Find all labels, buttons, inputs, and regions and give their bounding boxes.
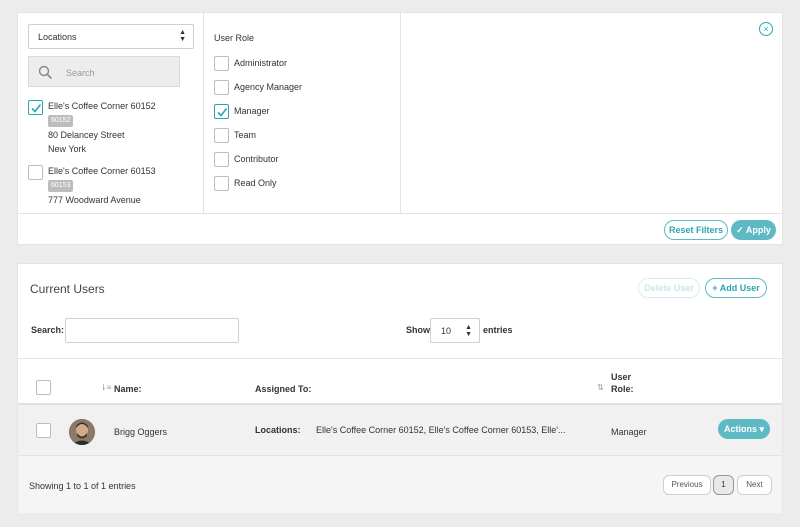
role-option-administrator[interactable]: Administrator — [214, 56, 394, 71]
select-all-checkbox[interactable] — [36, 380, 51, 395]
avatar — [69, 419, 95, 445]
location-name: Elle's Coffee Corner 60153 — [48, 166, 156, 176]
page-title: Current Users — [30, 282, 105, 296]
filter-footer: Reset Filters ✓ Apply — [18, 213, 782, 245]
location-checkbox[interactable] — [28, 100, 43, 115]
role-label: Read Only — [234, 178, 277, 188]
next-page-button[interactable]: Next — [737, 475, 772, 495]
user-role: Manager — [611, 427, 647, 437]
role-option-read-only[interactable]: Read Only — [214, 176, 394, 191]
showing-entries-text: Showing 1 to 1 of 1 entries — [29, 481, 136, 491]
assigned-label: Locations: — [255, 425, 301, 435]
assigned-value: Elle's Coffee Corner 60152, Elle's Coffe… — [316, 425, 566, 435]
entries-value: 10 — [441, 326, 452, 336]
role-option-contributor[interactable]: Contributor — [214, 152, 394, 167]
select-arrows-icon: ▲ ▼ — [179, 29, 186, 43]
location-search-input[interactable]: Search — [28, 56, 180, 87]
page-1-button[interactable]: 1 — [713, 475, 734, 495]
entries-label: entries — [483, 325, 513, 335]
entries-select[interactable]: 10 ▲ ▼ — [430, 318, 480, 343]
role-checkbox[interactable] — [214, 152, 229, 167]
column-user-role[interactable]: User — [611, 372, 631, 382]
table-footer: Showing 1 to 1 of 1 entries Previous 1 N… — [18, 456, 782, 513]
users-search-input[interactable] — [65, 318, 239, 343]
checkmark-icon — [217, 108, 228, 117]
apply-button[interactable]: ✓ Apply — [731, 220, 776, 240]
location-code-badge: 60153 — [48, 180, 74, 192]
search-label: Search: — [31, 325, 65, 335]
role-option-team[interactable]: Team — [214, 128, 394, 143]
role-checkbox[interactable] — [214, 56, 229, 71]
user-name: Brigg Oggers — [114, 427, 168, 437]
location-item[interactable]: Elle's Coffee Corner 60152 60152 80 Dela… — [28, 100, 198, 160]
role-option-agency-manager[interactable]: Agency Manager — [214, 80, 394, 95]
location-street: 80 Delancey Street — [48, 130, 125, 140]
column-assigned-to[interactable]: Assigned To: — [255, 384, 311, 394]
role-checkbox[interactable] — [214, 176, 229, 191]
filter-panel: Locations ▲ ▼ Search Elle's Coffee Corner… — [17, 12, 783, 245]
location-item[interactable]: Elle's Coffee Corner 60153 60153 777 Woo… — [28, 165, 198, 213]
previous-page-button[interactable]: Previous — [663, 475, 711, 495]
row-checkbox[interactable] — [36, 423, 51, 438]
reset-filters-button[interactable]: Reset Filters — [664, 220, 728, 240]
location-checkbox[interactable] — [28, 165, 43, 180]
actions-button[interactable]: Actions ▾ — [718, 419, 770, 439]
close-icon: × — [763, 24, 769, 34]
close-filters-button[interactable]: × — [759, 22, 773, 36]
search-icon — [38, 65, 52, 79]
current-users-panel: Current Users Delete User + Add User Sea… — [17, 263, 783, 513]
delete-user-button[interactable]: Delete User — [638, 278, 700, 298]
search-placeholder: Search — [66, 68, 95, 78]
role-label: Team — [234, 130, 257, 140]
show-label: Show — [406, 325, 430, 335]
table-row[interactable]: Brigg Oggers Locations: Elle's Coffee Co… — [18, 405, 782, 456]
role-label: Agency Manager — [234, 82, 303, 92]
role-label: Administrator — [234, 58, 288, 68]
role-checkbox[interactable] — [214, 80, 229, 95]
table-header: ⇂≡ Name: Assigned To: ⇅ User Role: — [18, 358, 782, 405]
role-label: Manager — [234, 106, 270, 116]
user-role-title: User Role — [214, 33, 255, 43]
location-name: Elle's Coffee Corner 60152 — [48, 101, 156, 111]
user-role-column: User Role Administrator Agency Manager M… — [204, 13, 401, 213]
locations-select-label: Locations — [38, 32, 77, 42]
location-code-badge: 60152 — [48, 115, 74, 127]
locations-column: Locations ▲ ▼ Search Elle's Coffee Corner… — [18, 13, 204, 213]
locations-select[interactable]: Locations ▲ ▼ — [28, 24, 194, 49]
checkmark-icon — [31, 104, 42, 113]
location-street: 777 Woodward Avenue — [48, 195, 141, 205]
location-city: New York — [48, 144, 87, 154]
column-user-role-line2: Role: — [611, 384, 634, 394]
role-label: Contributor — [234, 154, 279, 164]
column-name[interactable]: Name: — [114, 384, 142, 394]
role-checkbox[interactable] — [214, 104, 229, 119]
select-arrows-icon: ▲ ▼ — [465, 324, 472, 338]
role-checkbox[interactable] — [214, 128, 229, 143]
sort-icon[interactable]: ⇅ — [597, 383, 604, 392]
sort-icon[interactable]: ⇂≡ — [100, 383, 111, 392]
role-option-manager[interactable]: Manager — [214, 104, 394, 119]
add-user-button[interactable]: + Add User — [705, 278, 767, 298]
